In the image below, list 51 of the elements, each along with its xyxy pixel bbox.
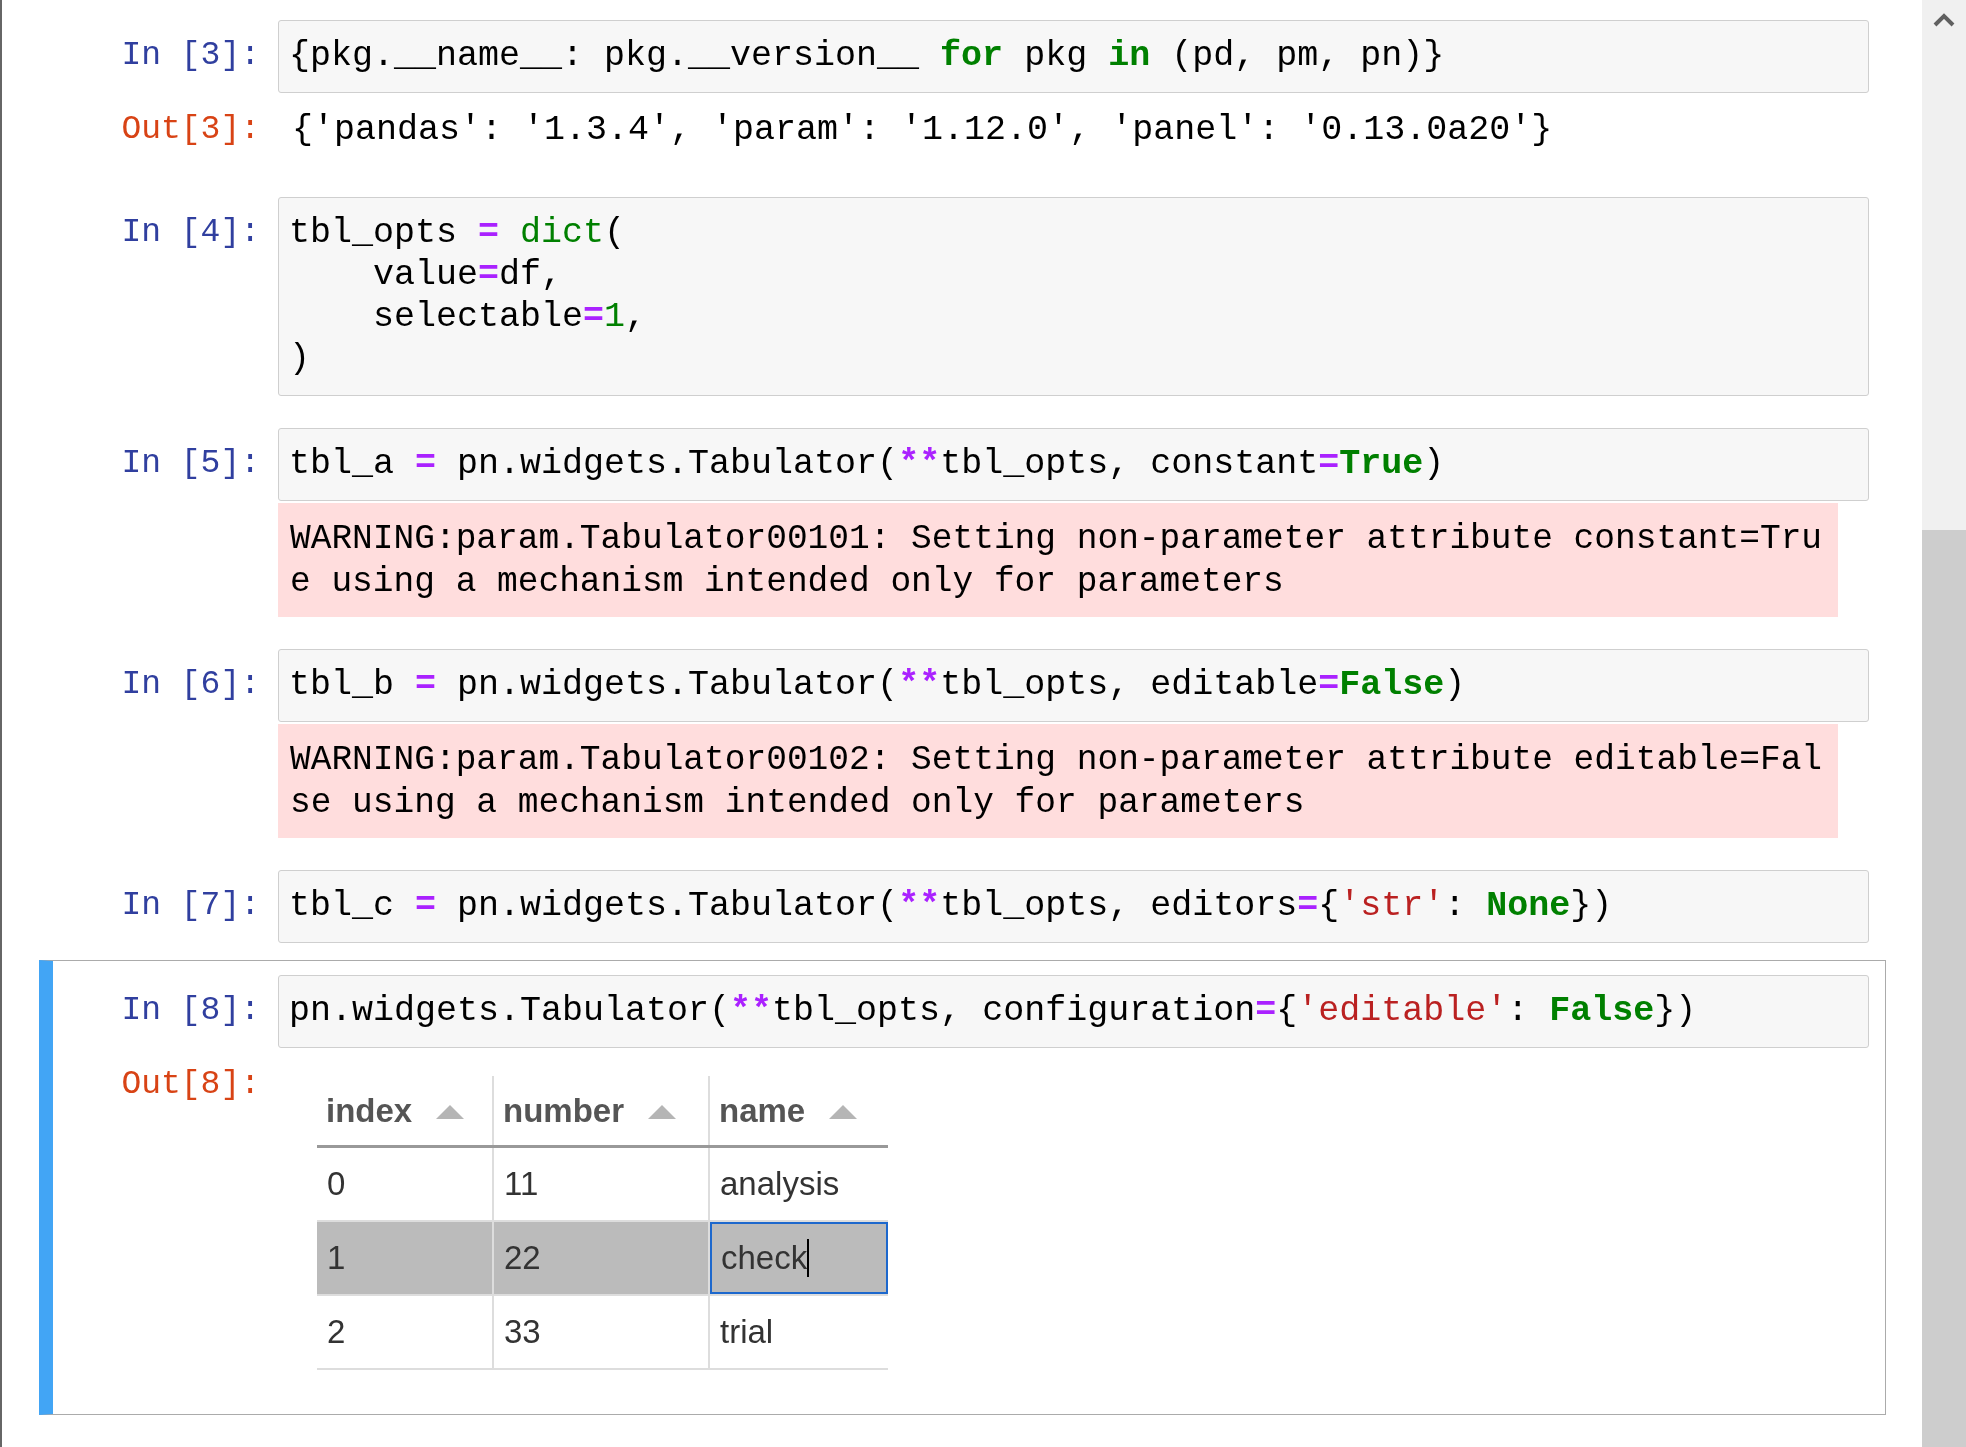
- code-input[interactable]: tbl_c = pn.widgets.Tabulator(**tbl_opts, editors={'str': None}): [278, 870, 1869, 943]
- warning-output: WARNING:param.Tabulator00102: Setting non-parameter attribute editable=False using a mechanism intended only for parameters: [278, 724, 1839, 838]
- scrollbar-thumb[interactable]: [1922, 530, 1966, 1447]
- column-header[interactable]: index: [317, 1076, 494, 1145]
- sort-arrow-icon[interactable]: [829, 1102, 858, 1119]
- code-input[interactable]: tbl_b = pn.widgets.Tabulator(**tbl_opts, editable=False): [278, 649, 1869, 722]
- table-cell: 33: [494, 1296, 710, 1368]
- output-text: {'pandas': '1.3.4', 'param': '1.12.0', 'panel': '0.13.0a20'}: [291, 109, 1554, 152]
- input-prompt: In [4]:: [120, 213, 261, 253]
- code-input[interactable]: tbl_a = pn.widgets.Tabulator(**tbl_opts, constant=True): [278, 428, 1869, 501]
- table-cell: 1: [317, 1222, 494, 1294]
- notebook-cell[interactable]: In [5]: tbl_a = pn.widgets.Tabulator(**tbl_opts, constant=True) WARNING:param.Tabulator00101: Setting non-parameter attribute constant=True using a mechanism intended only for parameters: [39, 413, 1886, 632]
- code-input[interactable]: pn.widgets.Tabulator(**tbl_opts, configuration={'editable': False}): [278, 975, 1869, 1048]
- table-cell: 2: [317, 1296, 494, 1368]
- cell-editor-field[interactable]: check: [710, 1222, 888, 1294]
- code-line: {pkg.__name__: pkg.__version__ for pkg in (pd, pm, pn)}: [289, 35, 1445, 77]
- warning-output: WARNING:param.Tabulator00101: Setting non-parameter attribute constant=True using a mechanism intended only for parameters: [278, 503, 1839, 617]
- code-line: selectable=1,: [372, 296, 647, 338]
- code-line: tbl_b = pn.widgets.Tabulator(**tbl_opts, editable=False): [289, 664, 1466, 706]
- table-row[interactable]: 1 22 check: [317, 1222, 888, 1296]
- input-prompt: In [7]:: [120, 886, 261, 926]
- code-line: pn.widgets.Tabulator(**tbl_opts, configuration={'editable': False}): [289, 990, 1697, 1032]
- code-line: value=df,: [372, 254, 563, 296]
- code-input[interactable]: tbl_opts = dict( value=df, selectable=1, ): [278, 197, 1869, 396]
- code-line: tbl_c = pn.widgets.Tabulator(**tbl_opts, editors={'str': None}): [289, 885, 1613, 927]
- code-line: tbl_a = pn.widgets.Tabulator(**tbl_opts, constant=True): [289, 443, 1445, 485]
- output-prompt: Out[3]:: [121, 111, 260, 148]
- notebook-cell[interactable]: In [8]: pn.widgets.Tabulator(**tbl_opts, configuration={'editable': False}) Out[8]: index number name 0 11 analysis 1 22 check 2 33 trial: [39, 960, 1886, 1415]
- input-prompt: In [6]:: [120, 665, 261, 705]
- scroll-up-icon[interactable]: [1933, 13, 1955, 27]
- table-row[interactable]: 2 33 trial: [317, 1296, 888, 1370]
- input-prompt: In [3]:: [120, 36, 261, 76]
- column-header[interactable]: number: [494, 1076, 710, 1145]
- input-prompt: In [5]:: [120, 444, 261, 484]
- code-line: tbl_opts = dict(: [289, 212, 626, 254]
- notebook-cell[interactable]: In [7]: tbl_c = pn.widgets.Tabulator(**tbl_opts, editors={'str': None}): [39, 855, 1886, 958]
- sort-arrow-icon[interactable]: [648, 1102, 676, 1119]
- table-cell: 11: [494, 1148, 710, 1220]
- input-prompt: In [8]:: [120, 991, 261, 1031]
- notebook-cell[interactable]: In [6]: tbl_b = pn.widgets.Tabulator(**tbl_opts, editable=False) WARNING:param.Tabulator00102: Setting non-parameter attribute editable=False using a mechanism intended only for parameters: [39, 634, 1886, 853]
- table-cell: 22: [494, 1222, 710, 1294]
- notebook-cell[interactable]: In [4]: tbl_opts = dict( value=df, selectable=1, ): [39, 182, 1886, 411]
- code-input[interactable]: {pkg.__name__: pkg.__version__ for pkg in (pd, pm, pn)}: [278, 20, 1869, 93]
- table-cell-text: analysis: [719, 1164, 841, 1204]
- output-prompt: Out[8]:: [121, 1066, 260, 1103]
- sort-arrow-icon[interactable]: [436, 1102, 465, 1119]
- notebook-cell[interactable]: In [3]: {pkg.__name__: pkg.__version__ for pkg in (pd, pm, pn)} Out[3]: {'pandas': '1.3.4', 'param': '1.12.0', 'panel': '0.13.0a20'}: [39, 5, 1886, 180]
- table-cell: 0: [317, 1148, 494, 1220]
- table-cell-text: trial: [719, 1312, 775, 1352]
- column-header[interactable]: name: [710, 1076, 888, 1145]
- code-line: ): [289, 338, 310, 380]
